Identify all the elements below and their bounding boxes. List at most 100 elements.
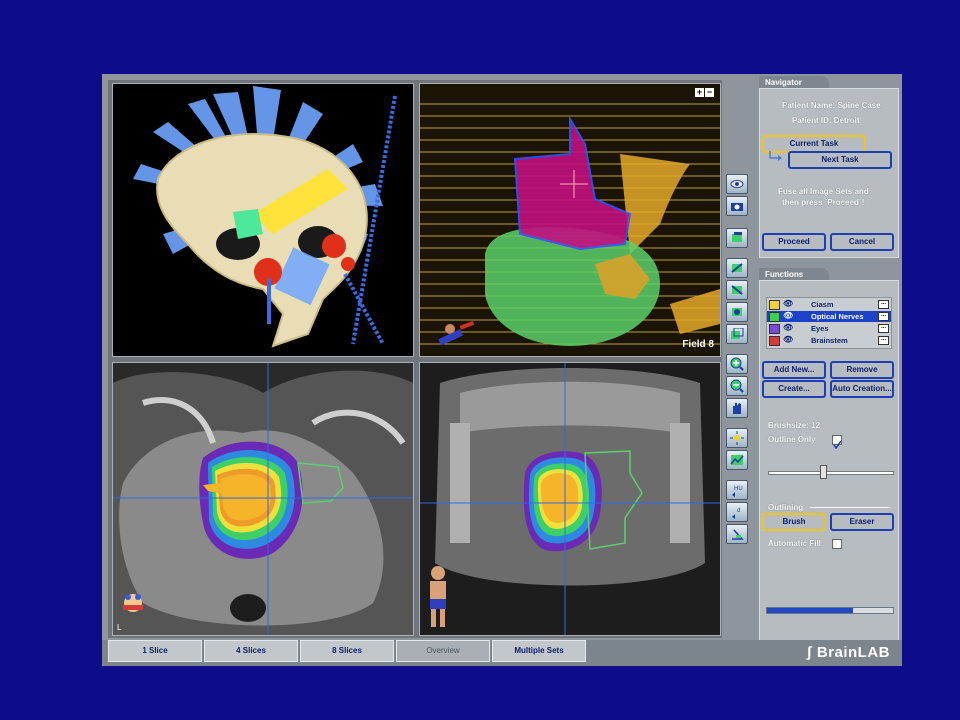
auto-creation-button[interactable]: Auto Creation... xyxy=(830,380,894,398)
more-icon[interactable]: ... xyxy=(878,300,889,309)
viewport-area: + − Field 8 L xyxy=(108,80,722,638)
hounsfield-icon: HU xyxy=(732,486,743,497)
brightness-icon xyxy=(730,431,744,445)
orientation-label: L xyxy=(117,623,122,632)
measure-icon: d xyxy=(732,508,740,519)
object-color-swatch xyxy=(769,312,780,322)
tool-strip: HU d xyxy=(726,174,748,644)
draw-icon xyxy=(731,263,743,273)
svg-text:d: d xyxy=(737,508,740,514)
bottom-tab-bar: 1 Slice 4 Slices 8 Slices Overview Multi… xyxy=(102,640,902,666)
arrow-icon xyxy=(769,151,782,161)
object-row[interactable]: 👁 Brainstem ... xyxy=(767,335,891,346)
fill-tool-button[interactable] xyxy=(726,280,748,300)
zoom-out-button[interactable]: − xyxy=(705,88,714,97)
viewport-axial[interactable]: L xyxy=(112,362,414,636)
hand-icon xyxy=(733,403,741,414)
measure-tool-button[interactable]: d xyxy=(726,502,748,522)
navigator-panel: Patient Name: Spine Case Patient ID: Det… xyxy=(759,88,899,258)
outline-only-label: Outline Only xyxy=(768,435,816,444)
object-row[interactable]: 👁 Eyes ... xyxy=(767,323,891,334)
tab-overview[interactable]: Overview xyxy=(396,640,490,662)
proceed-button[interactable]: Proceed xyxy=(762,233,826,251)
object-name: Optical Nerves xyxy=(811,312,864,321)
more-icon[interactable]: ... xyxy=(878,312,889,321)
cancel-button[interactable]: Cancel xyxy=(830,233,894,251)
checkmark-icon xyxy=(833,440,842,450)
brightness-tool-button[interactable] xyxy=(726,428,748,448)
object-color-swatch xyxy=(769,336,780,346)
histogram-icon xyxy=(730,455,744,465)
object-color-swatch xyxy=(769,300,780,310)
patient-name: Patient Name: Spine Case xyxy=(782,101,881,110)
layers-icon xyxy=(732,232,742,242)
angle-icon xyxy=(732,529,744,540)
functions-panel: 👁 Ciasm ... 👁 Optical Nerves ... 👁 Eyes … xyxy=(759,280,899,642)
object-name: Eyes xyxy=(811,324,829,333)
automatic-fill-label: Automatic Fill xyxy=(768,539,821,548)
hu-tool-button[interactable]: HU xyxy=(726,480,748,500)
tab-4-slices[interactable]: 4 Slices xyxy=(204,640,298,662)
create-button[interactable]: Create... xyxy=(762,380,826,398)
divider xyxy=(810,507,890,508)
object-row[interactable]: 👁 Ciasm ... xyxy=(767,299,891,310)
outline-only-checkbox[interactable] xyxy=(832,435,842,450)
snapshot-tool-button[interactable] xyxy=(726,196,748,216)
object-color-swatch xyxy=(769,324,780,334)
add-new-button[interactable]: Add New... xyxy=(762,361,826,379)
eye-icon[interactable]: 👁 xyxy=(783,311,793,320)
coronal-render xyxy=(420,363,720,635)
draw-tool-button[interactable] xyxy=(726,258,748,278)
more-icon[interactable]: ... xyxy=(878,336,889,345)
eye-icon[interactable]: 👁 xyxy=(783,335,793,344)
eye-icon xyxy=(730,180,744,188)
brush-button[interactable]: Brush xyxy=(762,513,826,531)
zoom-out-icon xyxy=(730,379,744,393)
erase-icon xyxy=(732,308,742,316)
brushsize-label: Brushsize: 12 xyxy=(768,421,821,430)
object-name: Brainstem xyxy=(811,336,848,345)
viewport-3d-skull[interactable] xyxy=(112,83,414,357)
field-render xyxy=(420,84,720,356)
fill-icon xyxy=(731,285,743,295)
eraser-button[interactable]: Eraser xyxy=(830,513,894,531)
zoom-in-button[interactable]: + xyxy=(695,88,704,97)
eye-icon[interactable]: 👁 xyxy=(783,299,793,308)
angle-tool-button[interactable] xyxy=(726,524,748,544)
copy-tool-button[interactable] xyxy=(726,324,748,344)
visibility-tool-button[interactable] xyxy=(726,174,748,194)
viewport-field-bev[interactable]: + − Field 8 xyxy=(419,83,721,357)
brushsize-slider-track[interactable] xyxy=(768,471,894,475)
zoom-controls: + − xyxy=(695,88,714,97)
instruction-line-1: Fuse all Image Sets and xyxy=(778,187,869,196)
pan-tool-button[interactable] xyxy=(726,398,748,418)
zoom-in-tool-button[interactable] xyxy=(726,354,748,374)
skull-render xyxy=(133,86,397,348)
erase-tool-button[interactable] xyxy=(726,302,748,322)
brushsize-slider-thumb[interactable] xyxy=(819,465,827,479)
outlining-label: Outlining xyxy=(768,503,804,512)
remove-button[interactable]: Remove xyxy=(830,361,894,379)
instruction-line-2: then press `Proceed´! xyxy=(782,198,865,207)
brainlab-logo: ʃ BrainLAB xyxy=(807,644,890,661)
eye-icon[interactable]: 👁 xyxy=(783,323,793,332)
object-list: 👁 Ciasm ... 👁 Optical Nerves ... 👁 Eyes … xyxy=(766,297,892,349)
next-task-button[interactable]: Next Task xyxy=(788,151,892,169)
object-row-selected[interactable]: 👁 Optical Nerves ... xyxy=(767,311,891,322)
zoom-in-icon xyxy=(730,357,744,371)
app-window: + − Field 8 L HU d Navigator Patient Nam… xyxy=(102,74,902,666)
object-name: Ciasm xyxy=(811,300,834,309)
tab-1-slice[interactable]: 1 Slice xyxy=(108,640,202,662)
layer-tool-button[interactable] xyxy=(726,228,748,248)
field-label: Field 8 xyxy=(682,339,714,350)
svg-text:HU: HU xyxy=(734,486,743,492)
zoom-out-tool-button[interactable] xyxy=(726,376,748,396)
more-icon[interactable]: ... xyxy=(878,324,889,333)
tab-multiple-sets[interactable]: Multiple Sets xyxy=(492,640,586,662)
histogram-tool-button[interactable] xyxy=(726,450,748,470)
logo-mark-icon: ʃ xyxy=(806,644,813,661)
progress-bar xyxy=(766,607,894,614)
viewport-coronal[interactable] xyxy=(419,362,721,636)
automatic-fill-checkbox[interactable] xyxy=(832,539,842,549)
tab-8-slices[interactable]: 8 Slices xyxy=(300,640,394,662)
